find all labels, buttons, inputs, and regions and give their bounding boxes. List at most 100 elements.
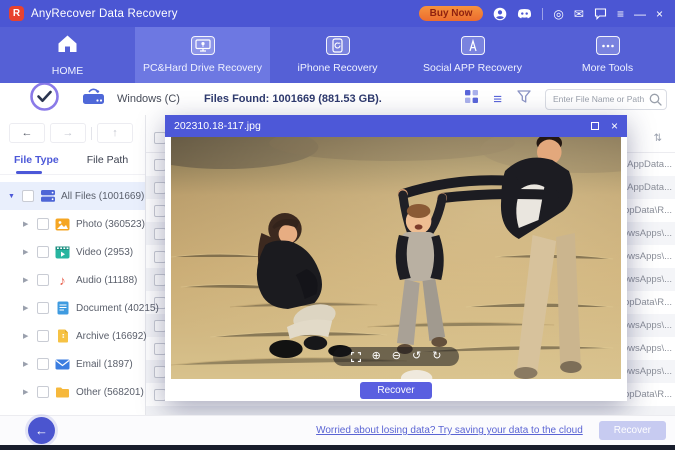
scan-toolbar: Windows (C) Files Found: 1001669 (881.53… bbox=[0, 83, 675, 115]
image-viewer-toolbar: ⊕ ⊖ ↺ ↻ bbox=[333, 347, 459, 366]
grid-view-icon[interactable] bbox=[465, 90, 478, 108]
social-app-recovery-icon bbox=[461, 36, 485, 55]
tree-checkbox[interactable] bbox=[37, 246, 49, 258]
app-logo-icon: R bbox=[9, 6, 24, 21]
tree-item-photo[interactable]: ▶ Photo (360523) bbox=[0, 210, 145, 238]
tree-checkbox[interactable] bbox=[37, 386, 49, 398]
up-button[interactable]: ↑ bbox=[97, 123, 133, 143]
tab-file-type[interactable]: File Type bbox=[14, 154, 59, 174]
preview-file-name: 202310.18-117.jpg bbox=[174, 120, 261, 132]
titlebar-actions: Buy Now ◎ ✉ ≡ — × bbox=[419, 6, 663, 21]
tree-checkbox[interactable] bbox=[37, 302, 49, 314]
tab-social-app-recovery[interactable]: Social APP Recovery bbox=[405, 27, 540, 83]
folder-icon bbox=[54, 385, 71, 400]
tree-checkbox[interactable] bbox=[37, 218, 49, 230]
tree-item-document[interactable]: ▶ Document (40215) bbox=[0, 294, 145, 322]
tab-label: HOME bbox=[52, 65, 84, 77]
preview-modal: 202310.18-117.jpg × bbox=[165, 115, 627, 401]
bottom-bar: ← Worried about losing data? Try saving … bbox=[0, 415, 675, 445]
all-files-icon bbox=[39, 189, 56, 204]
pc-recovery-icon bbox=[191, 36, 215, 55]
tab-home[interactable]: HOME bbox=[0, 27, 135, 83]
close-icon[interactable]: × bbox=[656, 8, 663, 20]
tree-checkbox[interactable] bbox=[37, 274, 49, 286]
zoom-in-icon[interactable]: ⊕ bbox=[372, 351, 381, 362]
tab-pc-hard-drive-recovery[interactable]: PC&Hard Drive Recovery bbox=[135, 27, 270, 83]
forward-button[interactable]: → bbox=[50, 123, 86, 143]
tab-more-tools[interactable]: More Tools bbox=[540, 27, 675, 83]
caret-right-icon[interactable]: ▶ bbox=[23, 304, 32, 312]
maximize-icon[interactable] bbox=[591, 122, 599, 130]
document-icon bbox=[54, 301, 71, 316]
tab-label: Social APP Recovery bbox=[423, 62, 522, 74]
mail-icon[interactable]: ✉ bbox=[574, 8, 584, 20]
search-box bbox=[545, 89, 667, 110]
back-button[interactable]: ← bbox=[9, 123, 45, 143]
scan-complete-check-icon bbox=[30, 82, 59, 116]
tree-item-archive[interactable]: ▶ Archive (16692) bbox=[0, 322, 145, 350]
rotate-right-icon[interactable]: ↻ bbox=[432, 351, 441, 362]
sort-icon[interactable]: ⇅ bbox=[654, 134, 662, 144]
tab-iphone-recovery[interactable]: iPhone Recovery bbox=[270, 27, 405, 83]
cloud-backup-link[interactable]: Worried about losing data? Try saving yo… bbox=[316, 425, 583, 436]
tree-item-label: Photo (360523) bbox=[76, 219, 145, 230]
photo-icon bbox=[54, 217, 71, 232]
list-view-icon[interactable]: ≡ bbox=[493, 92, 502, 107]
tree-item-label: Archive (16692) bbox=[76, 331, 147, 342]
email-icon bbox=[54, 357, 71, 372]
caret-right-icon[interactable]: ▶ bbox=[23, 276, 32, 284]
feedback-chat-icon[interactable] bbox=[594, 8, 607, 20]
support-target-icon[interactable]: ◎ bbox=[553, 8, 563, 20]
tree-item-email[interactable]: ▶ Email (1897) bbox=[0, 350, 145, 378]
tab-file-path[interactable]: File Path bbox=[87, 154, 128, 174]
title-bar: R AnyRecover Data Recovery Buy Now ◎ ✉ ≡… bbox=[0, 0, 675, 27]
app-title: AnyRecover Data Recovery bbox=[31, 8, 178, 20]
minimize-icon[interactable]: — bbox=[634, 8, 646, 20]
archive-icon bbox=[54, 329, 71, 344]
caret-right-icon[interactable]: ▶ bbox=[23, 248, 32, 256]
tree-checkbox[interactable] bbox=[37, 358, 49, 370]
tree-item-audio[interactable]: ▶ ♪ Audio (11188) bbox=[0, 266, 145, 294]
tree-item-other[interactable]: ▶ Other (568201) bbox=[0, 378, 145, 406]
tree-item-label: Document (40215) bbox=[76, 303, 159, 314]
user-account-icon[interactable] bbox=[493, 7, 507, 21]
preview-modal-titlebar: 202310.18-117.jpg × bbox=[165, 115, 627, 137]
close-icon[interactable]: × bbox=[611, 120, 618, 132]
menu-icon[interactable]: ≡ bbox=[617, 8, 624, 20]
tree-checkbox[interactable] bbox=[22, 190, 34, 202]
recover-button-disabled[interactable]: Recover bbox=[599, 421, 666, 440]
search-icon[interactable] bbox=[649, 93, 662, 111]
more-tools-icon bbox=[596, 36, 620, 55]
caret-right-icon[interactable]: ▶ bbox=[23, 360, 32, 368]
tree-item-label: Other (568201) bbox=[76, 387, 144, 398]
home-icon bbox=[57, 34, 78, 58]
sidebar-nav-separator bbox=[91, 127, 92, 140]
filter-icon[interactable] bbox=[517, 90, 531, 108]
caret-right-icon[interactable]: ▶ bbox=[23, 332, 32, 340]
caret-right-icon[interactable]: ▶ bbox=[23, 220, 32, 228]
caret-down-icon[interactable]: ▼ bbox=[8, 193, 17, 200]
video-icon bbox=[54, 245, 71, 260]
fullscreen-icon[interactable] bbox=[351, 352, 361, 362]
view-controls: ≡ bbox=[465, 90, 531, 108]
audio-icon: ♪ bbox=[54, 273, 71, 288]
rotate-left-icon[interactable]: ↺ bbox=[412, 351, 421, 362]
tree-item-video[interactable]: ▶ Video (2953) bbox=[0, 238, 145, 266]
back-button[interactable]: ← bbox=[28, 417, 55, 444]
bottom-strip bbox=[0, 445, 675, 450]
tree-checkbox[interactable] bbox=[37, 330, 49, 342]
main-nav: HOME PC&Hard Drive Recovery iPhone Recov… bbox=[0, 27, 675, 83]
sidebar: ← → ↑ File Type File Path ▼ All Files (1… bbox=[0, 115, 146, 415]
tree-item-all-files[interactable]: ▼ All Files (1001669) bbox=[0, 182, 145, 210]
buy-now-button[interactable]: Buy Now bbox=[419, 6, 484, 21]
zoom-out-icon[interactable]: ⊖ bbox=[392, 351, 401, 362]
tab-label: More Tools bbox=[582, 62, 633, 74]
tab-label: iPhone Recovery bbox=[298, 62, 378, 74]
caret-right-icon[interactable]: ▶ bbox=[23, 388, 32, 396]
preview-modal-controls: × bbox=[591, 120, 618, 132]
tree-item-label: Email (1897) bbox=[76, 359, 133, 370]
discord-icon[interactable] bbox=[517, 8, 532, 19]
preview-photo bbox=[171, 137, 621, 379]
modal-recover-button[interactable]: Recover bbox=[360, 382, 431, 399]
preview-image-area: ⊕ ⊖ ↺ ↻ bbox=[171, 137, 621, 379]
